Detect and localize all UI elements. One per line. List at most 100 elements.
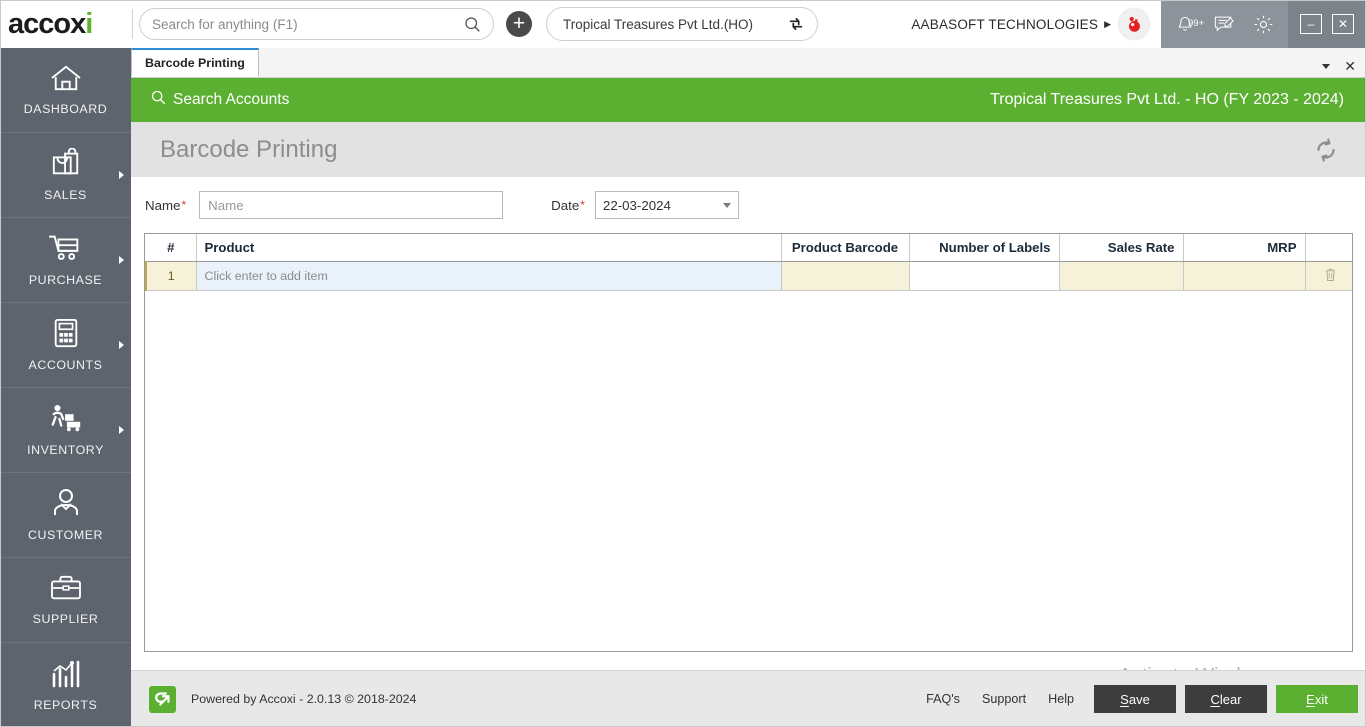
sidebar-item-label: SUPPLIER (32, 612, 99, 626)
sidebar-item-label: CUSTOMER (27, 528, 104, 542)
page-title: Barcode Printing (160, 135, 338, 163)
column-header-actions (1305, 234, 1352, 262)
clear-rest: lear (1219, 691, 1242, 707)
chevron-down-icon[interactable] (722, 202, 731, 208)
application-window: accoxi + Tropical Treasures Pvt Ltd.(HO) (0, 0, 1366, 727)
help-link[interactable]: Help (1037, 692, 1085, 706)
clear-mnemonic: C (1210, 691, 1220, 707)
sidebar-item-label: SALES (44, 188, 87, 202)
cell-mrp[interactable] (1183, 261, 1306, 291)
sidebar-item-accounts[interactable]: ACCOUNTS (0, 303, 131, 388)
sidebar-item-inventory[interactable]: INVENTORY (0, 388, 131, 473)
window-controls: – ✕ (1288, 0, 1366, 48)
notification-badge: 99+ (1188, 17, 1205, 29)
items-grid: # Product Product Barcode Number of Labe… (144, 233, 1353, 652)
sidebar-item-reports[interactable]: REPORTS (0, 643, 131, 727)
sidebar-item-label: INVENTORY (27, 443, 104, 457)
cell-number-of-labels[interactable] (909, 261, 1060, 291)
accoxi-arrow-icon (149, 685, 176, 713)
tab-label: Barcode Printing (145, 56, 245, 70)
cell-sales-rate[interactable] (1059, 261, 1184, 291)
sidebar-item-label: ACCOUNTS (28, 358, 103, 372)
column-header-index: # (146, 234, 197, 262)
top-bar-right: AABASOFT TECHNOLOGIES ▶ 99+ – ✕ (911, 0, 1366, 48)
company-fiscal-context: Tropical Treasures Pvt Ltd. - HO (FY 202… (990, 91, 1344, 108)
shopping-bag-icon (50, 147, 82, 183)
search-accounts-label: Search Accounts (173, 91, 290, 108)
exit-mnemonic: E (1306, 691, 1315, 707)
save-button[interactable]: Save (1094, 685, 1176, 713)
top-bar-icon-zone: 99+ (1161, 0, 1288, 48)
close-icon[interactable]: ✕ (1344, 59, 1356, 73)
company-selector[interactable]: Tropical Treasures Pvt Ltd.(HO) (546, 7, 818, 41)
add-new-button[interactable]: + (506, 11, 532, 37)
footer: Powered by Accoxi - 2.0.13 © 2018-2024 F… (131, 670, 1366, 727)
minimize-icon[interactable]: – (1300, 14, 1322, 34)
chevron-right-icon (119, 426, 124, 434)
sidebar-item-purchase[interactable]: PURCHASE (0, 218, 131, 303)
name-label: Name (145, 197, 181, 213)
home-icon (49, 64, 83, 97)
faq-link[interactable]: FAQ's (915, 692, 971, 706)
app-logo: accox i (0, 0, 130, 48)
chevron-down-icon[interactable] (1322, 63, 1331, 69)
chevron-right-icon (119, 341, 124, 349)
switch-company-icon[interactable] (787, 15, 805, 33)
clear-button[interactable]: Clear (1185, 685, 1267, 713)
tab-strip: Barcode Printing ✕ (131, 48, 1366, 78)
cell-product-barcode[interactable] (781, 261, 910, 291)
exit-button[interactable]: Exit (1276, 685, 1358, 713)
company-name: Tropical Treasures Pvt Ltd.(HO) (563, 16, 754, 32)
sidebar-item-supplier[interactable]: SUPPLIER (0, 558, 131, 643)
date-label: Date (551, 197, 580, 213)
warehouse-worker-icon (48, 403, 84, 438)
avatar[interactable] (1119, 9, 1149, 39)
account-search-bar: Search Accounts Tropical Treasures Pvt L… (131, 78, 1366, 122)
page-content: Search Accounts Tropical Treasures Pvt L… (131, 78, 1366, 727)
cell-product[interactable]: Click enter to add item (196, 261, 782, 291)
column-header-number-of-labels: Number of Labels (909, 234, 1060, 262)
column-header-product: Product (196, 234, 782, 262)
name-required-marker: * (181, 198, 187, 212)
trash-icon[interactable] (1324, 268, 1337, 285)
search-icon[interactable] (464, 16, 481, 33)
refresh-icon[interactable] (1311, 135, 1341, 165)
column-header-mrp: MRP (1183, 234, 1306, 262)
bar-chart-icon (50, 658, 82, 693)
tab-strip-controls: ✕ (1322, 59, 1366, 77)
org-chevron-right-icon[interactable]: ▶ (1104, 19, 1119, 30)
table-row[interactable]: 1 Click enter to add item (145, 261, 1352, 291)
page-title-bar: Barcode Printing (131, 122, 1366, 177)
shopping-cart-icon (48, 233, 84, 268)
form-row: Name* Date* 22-03-2024 (131, 177, 1366, 233)
message-compose-icon[interactable] (1213, 14, 1235, 34)
person-icon (51, 488, 81, 523)
close-icon[interactable]: ✕ (1332, 14, 1354, 34)
save-mnemonic: S (1120, 691, 1129, 707)
tab-barcode-printing[interactable]: Barcode Printing (131, 48, 259, 77)
search-accounts-button[interactable]: Search Accounts (151, 90, 289, 110)
sidebar: DASHBOARD SALES PURCHASE ACCOUNTS INVENT… (0, 48, 131, 727)
name-input[interactable] (199, 191, 504, 219)
bell-icon[interactable]: 99+ (1175, 14, 1204, 35)
search-icon (151, 90, 166, 110)
sidebar-item-customer[interactable]: CUSTOMER (0, 473, 131, 558)
gear-icon[interactable] (1253, 14, 1274, 35)
chevron-right-icon (119, 171, 124, 179)
footer-actions: FAQ's Support Help Save Clear Exit (915, 685, 1358, 713)
global-search[interactable] (139, 8, 494, 40)
cell-delete[interactable] (1305, 261, 1352, 291)
top-bar: accoxi + Tropical Treasures Pvt Ltd.(HO) (0, 0, 1366, 48)
column-header-product-barcode: Product Barcode (781, 234, 910, 262)
sidebar-item-dashboard[interactable]: DASHBOARD (0, 48, 131, 133)
clear-label: Clear (1210, 692, 1241, 707)
exit-label: Exit (1306, 692, 1328, 707)
organization-name[interactable]: AABASOFT TECHNOLOGIES (911, 17, 1104, 32)
sidebar-item-sales[interactable]: SALES (0, 133, 131, 218)
items-table: # Product Product Barcode Number of Labe… (145, 234, 1352, 291)
logo-divider (132, 9, 133, 39)
date-picker[interactable]: 22-03-2024 (594, 191, 739, 219)
calculator-icon (51, 318, 81, 353)
search-input[interactable] (152, 16, 464, 32)
support-link[interactable]: Support (971, 692, 1037, 706)
